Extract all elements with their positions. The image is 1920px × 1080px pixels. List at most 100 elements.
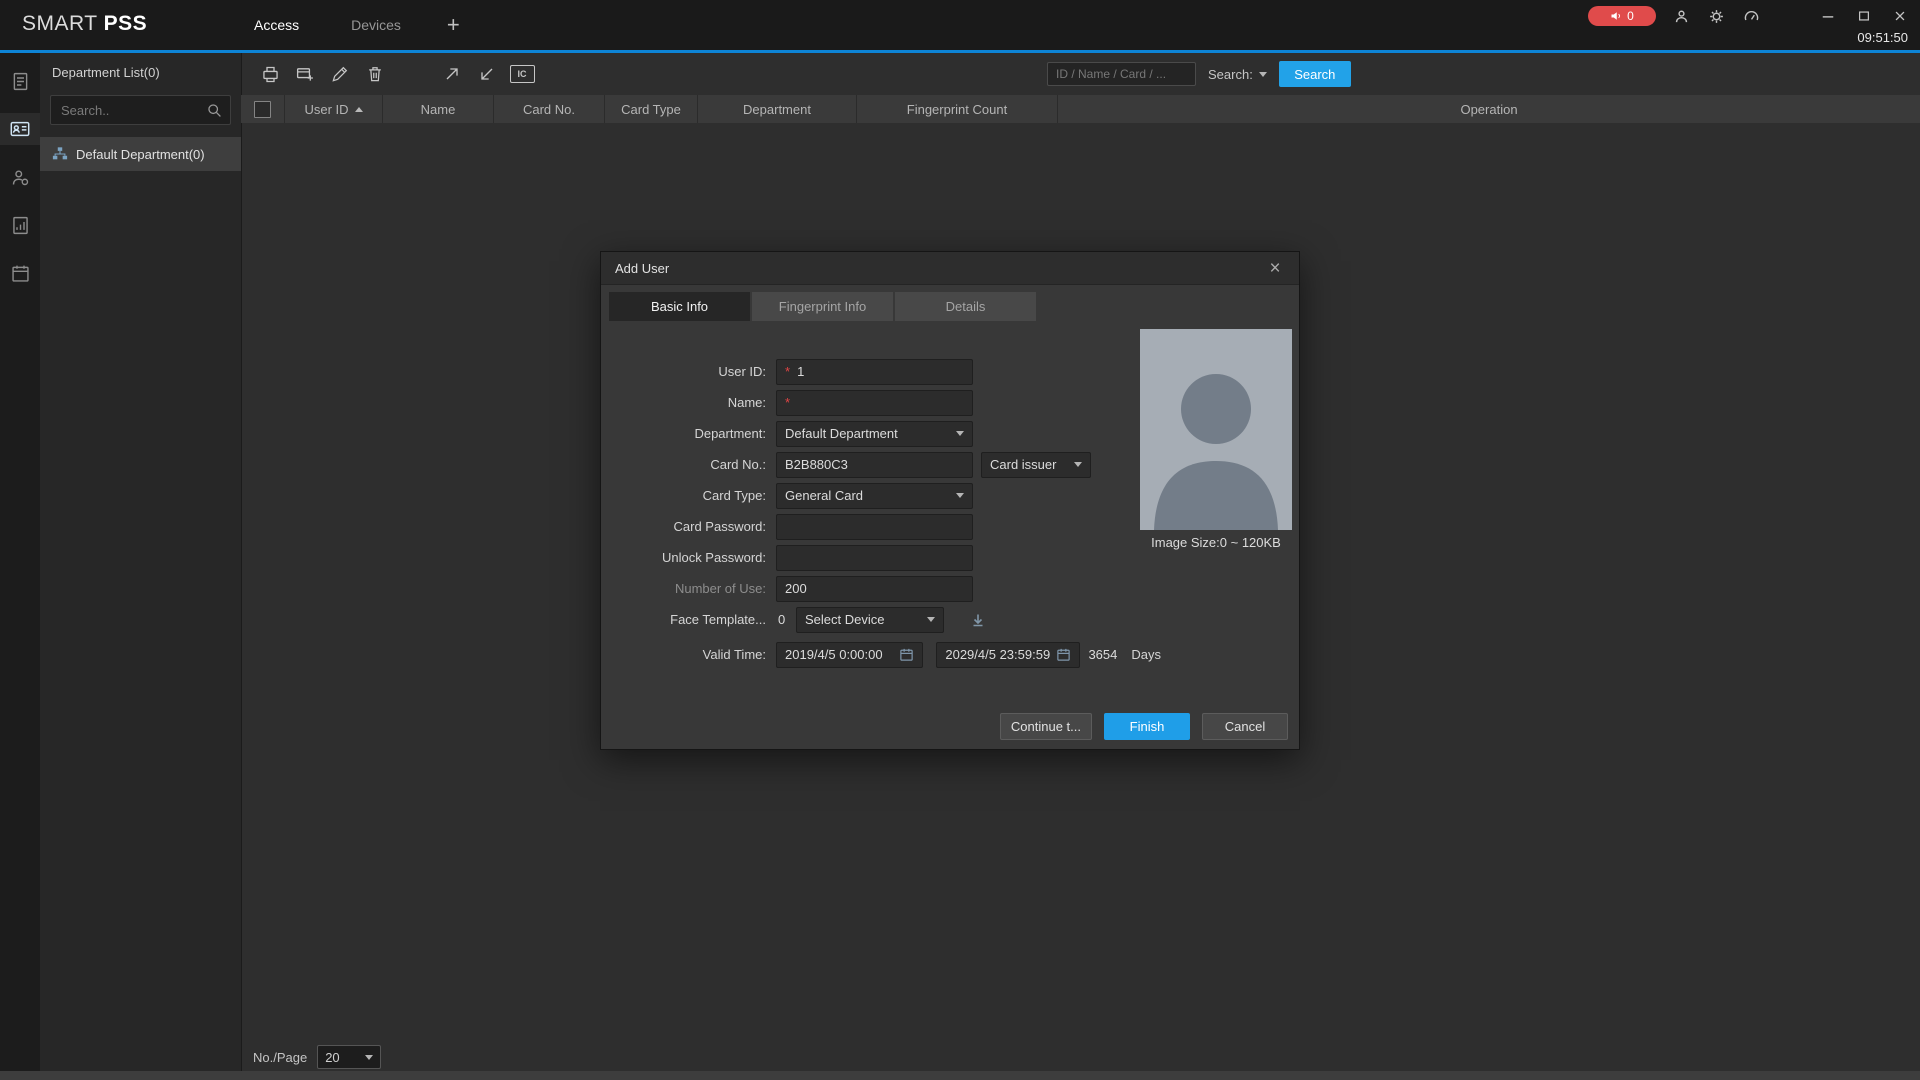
- rail-access-user-button[interactable]: [0, 113, 40, 145]
- form-row-department: Department: Default Department: [601, 418, 1161, 449]
- valid-days-value: 3654: [1088, 647, 1117, 662]
- extract-info-button[interactable]: [439, 61, 465, 87]
- tab-fingerprint-info[interactable]: Fingerprint Info: [752, 292, 893, 321]
- add-card-button[interactable]: [292, 61, 318, 87]
- card-issuer-select[interactable]: Card issuer: [981, 452, 1091, 478]
- required-mark: *: [785, 364, 790, 379]
- department-value: Default Department: [785, 426, 898, 441]
- search-button[interactable]: Search: [1279, 61, 1351, 87]
- user-id-value: 1: [797, 364, 804, 379]
- import-icon: [477, 64, 497, 84]
- user-id-field[interactable]: * 1: [776, 359, 973, 385]
- column-card-type[interactable]: Card Type: [605, 95, 698, 123]
- unlock-password-label: Unlock Password:: [601, 550, 766, 565]
- rail-console-button[interactable]: [0, 65, 40, 97]
- tab-devices[interactable]: Devices: [325, 0, 427, 50]
- form-row-user-id: User ID: * 1: [601, 356, 1161, 387]
- tab-access[interactable]: Access: [228, 0, 325, 50]
- sort-asc-icon: [355, 107, 363, 112]
- close-icon: [1893, 9, 1907, 23]
- gear-icon: [1708, 8, 1725, 25]
- window-controls: [1818, 6, 1910, 26]
- minimize-button[interactable]: [1818, 6, 1838, 26]
- column-user-id-label: User ID: [304, 102, 348, 117]
- page-size-value: 20: [325, 1050, 339, 1065]
- monitor-button[interactable]: [1741, 6, 1761, 26]
- dialog-title: Add User: [615, 261, 669, 276]
- name-field[interactable]: *: [776, 390, 973, 416]
- card-type-select[interactable]: General Card: [776, 483, 973, 509]
- card-reader-button[interactable]: [257, 61, 283, 87]
- rail-report-button[interactable]: [0, 209, 40, 241]
- valid-time-start-value: 2019/4/5 0:00:00: [785, 647, 883, 662]
- valid-time-end-field[interactable]: 2029/4/5 23:59:59: [936, 642, 1080, 668]
- number-of-use-field[interactable]: 200: [776, 576, 973, 602]
- search-icon[interactable]: [206, 102, 222, 118]
- select-all-checkbox[interactable]: [254, 101, 271, 118]
- department-search-box: [50, 95, 231, 125]
- account-button[interactable]: [1671, 6, 1691, 26]
- close-window-button[interactable]: [1890, 6, 1910, 26]
- calendar-icon[interactable]: [1056, 647, 1071, 662]
- form-row-card-password: Card Password:: [601, 511, 1161, 542]
- new-tab-button[interactable]: +: [427, 12, 480, 38]
- column-department[interactable]: Department: [698, 95, 857, 123]
- continue-button[interactable]: Continue t...: [1000, 713, 1092, 740]
- department-item-label: Default Department(0): [76, 147, 205, 162]
- user-filter-input[interactable]: [1047, 62, 1196, 86]
- maximize-icon: [1857, 9, 1871, 23]
- edit-button[interactable]: [327, 61, 353, 87]
- pagination-bar: No./Page 20: [241, 1044, 381, 1070]
- name-label: Name:: [601, 395, 766, 410]
- minimize-icon: [1821, 9, 1835, 23]
- cancel-button[interactable]: Cancel: [1202, 713, 1288, 740]
- alarm-badge[interactable]: 0: [1588, 6, 1656, 26]
- user-photo-placeholder[interactable]: [1140, 329, 1292, 530]
- valid-time-label: Valid Time:: [601, 647, 766, 662]
- select-device-value: Select Device: [805, 612, 884, 627]
- card-password-label: Card Password:: [601, 519, 766, 534]
- rail-user-manage-button[interactable]: [0, 161, 40, 193]
- form-row-face-template: Face Template... 0 Select Device: [601, 604, 1161, 635]
- column-fingerprint-count[interactable]: Fingerprint Count: [857, 95, 1058, 123]
- valid-time-start-field[interactable]: 2019/4/5 0:00:00: [776, 642, 923, 668]
- report-icon: [10, 215, 31, 236]
- titlebar: SMART PSS Access Devices + 0: [0, 0, 1920, 53]
- face-template-count: 0: [778, 612, 794, 627]
- card-no-field[interactable]: B2B880C3: [776, 452, 973, 478]
- unlock-password-field[interactable]: [776, 545, 973, 571]
- column-card-no[interactable]: Card No.: [494, 95, 605, 123]
- select-all-cell: [241, 95, 285, 123]
- select-device-dropdown[interactable]: Select Device: [796, 607, 944, 633]
- app-logo: SMART PSS: [22, 12, 147, 36]
- dialog-close-button[interactable]: ×: [1265, 259, 1285, 278]
- settings-button[interactable]: [1706, 6, 1726, 26]
- column-name[interactable]: Name: [383, 95, 494, 123]
- maximize-button[interactable]: [1854, 6, 1874, 26]
- valid-time-end-value: 2029/4/5 23:59:59: [945, 647, 1050, 662]
- column-operation: Operation: [1058, 95, 1920, 123]
- page-size-select[interactable]: 20: [317, 1045, 381, 1069]
- column-user-id[interactable]: User ID: [285, 95, 383, 123]
- import-info-button[interactable]: [474, 61, 500, 87]
- tab-basic-info[interactable]: Basic Info: [609, 292, 750, 321]
- finish-button[interactable]: Finish: [1104, 713, 1190, 740]
- form-row-card-type: Card Type: General Card: [601, 480, 1161, 511]
- face-template-label: Face Template...: [601, 612, 766, 627]
- edit-icon: [330, 64, 350, 84]
- search-mode-select[interactable]: Search:: [1208, 67, 1267, 82]
- department-select[interactable]: Default Department: [776, 421, 973, 447]
- horizontal-scrollbar[interactable]: [0, 1071, 1920, 1080]
- extract-icon: [442, 64, 462, 84]
- tab-details[interactable]: Details: [895, 292, 1036, 321]
- rail-attendance-button[interactable]: [0, 257, 40, 289]
- department-search-input[interactable]: [59, 102, 206, 119]
- gauge-icon: [1743, 8, 1760, 25]
- calendar-icon[interactable]: [899, 647, 914, 662]
- department-item[interactable]: Default Department(0): [40, 137, 241, 171]
- delete-button[interactable]: [362, 61, 388, 87]
- user-icon: [1673, 8, 1690, 25]
- card-password-field[interactable]: [776, 514, 973, 540]
- download-face-button[interactable]: [970, 612, 986, 628]
- ic-card-button[interactable]: IC: [509, 61, 535, 87]
